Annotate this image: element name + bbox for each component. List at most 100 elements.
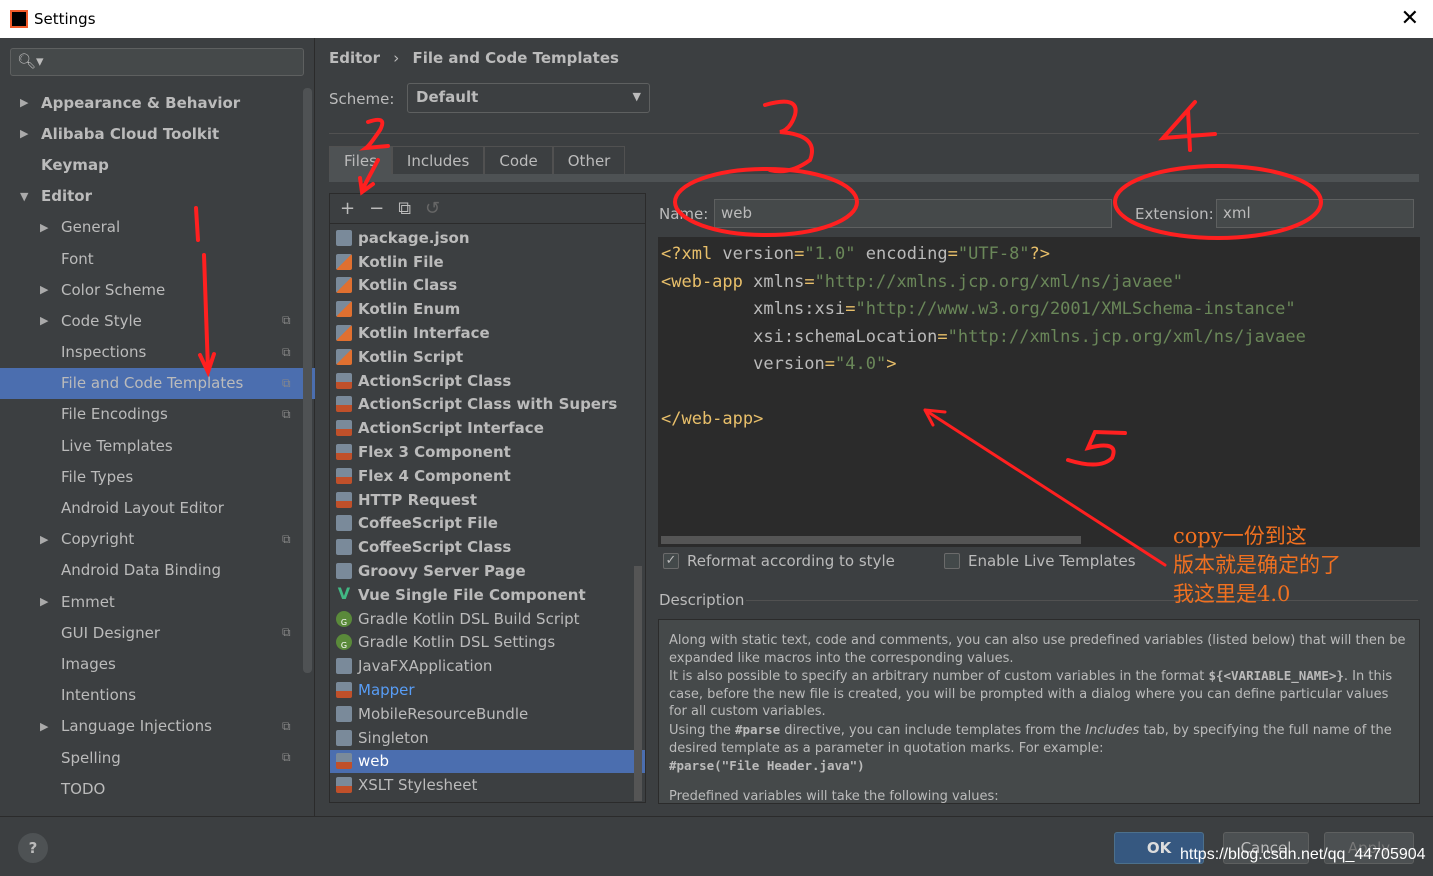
collapsed-arrow-icon[interactable]: ▶: [20, 96, 28, 109]
description-text: Predefined variables will take the follo…: [669, 788, 999, 804]
help-button[interactable]: ?: [18, 833, 48, 863]
list-scrollbar[interactable]: [634, 566, 642, 801]
sidebar-item[interactable]: File and Code Templates ⧉: [0, 367, 315, 399]
template-list-item[interactable]: web: [330, 749, 645, 774]
sidebar-item[interactable]: ▶ Color Scheme: [0, 274, 302, 305]
collapsed-arrow-icon[interactable]: ▶: [40, 533, 48, 546]
template-list-item[interactable]: Kotlin Enum: [330, 297, 645, 321]
collapsed-arrow-icon[interactable]: ▶: [40, 595, 48, 608]
reset-icon[interactable]: ↺: [425, 198, 440, 219]
template-tabs: Files Includes Code Other: [329, 146, 626, 175]
sidebar-item-label: Emmet: [61, 592, 115, 611]
template-list-item[interactable]: Kotlin File: [330, 250, 645, 274]
template-list-item[interactable]: ActionScript Class: [330, 369, 645, 393]
template-list-item[interactable]: Singleton: [330, 726, 645, 750]
template-name: XSLT Stylesheet: [358, 776, 478, 795]
sidebar-item[interactable]: TODO: [0, 773, 302, 804]
sidebar-item-label: File Types: [61, 467, 134, 486]
template-list-item[interactable]: ActionScript Class with Supers: [330, 393, 645, 417]
breadcrumb-parent[interactable]: Editor: [329, 49, 380, 67]
tab-other[interactable]: Other: [552, 146, 626, 175]
file-type-icon: [336, 705, 352, 722]
template-name: Gradle Kotlin DSL Build Script: [358, 609, 580, 628]
sidebar-scrollbar[interactable]: [303, 88, 312, 673]
description-text: It is also possible to specify an arbitr…: [669, 668, 1393, 720]
sidebar-item[interactable]: ▶ General: [0, 212, 302, 243]
sidebar-item[interactable]: ▶ Code Style ⧉: [0, 305, 302, 336]
template-list-item[interactable]: MobileResourceBundle: [330, 702, 645, 726]
sidebar-item[interactable]: ▶ Emmet: [0, 586, 302, 617]
collapsed-arrow-icon[interactable]: ▶: [20, 127, 28, 140]
reformat-checkbox[interactable]: ✓ Reformat according to style: [663, 552, 895, 570]
extension-label: Extension:: [1135, 205, 1214, 223]
sidebar-item[interactable]: ▶ Copyright ⧉: [0, 524, 302, 555]
template-list-item[interactable]: Kotlin Interface: [330, 321, 645, 345]
sidebar-item[interactable]: ▶ Appearance & Behavior: [0, 87, 302, 118]
template-list-item[interactable]: Flex 4 Component: [330, 464, 645, 488]
file-type-icon: [336, 348, 352, 365]
tab-files[interactable]: Files: [329, 146, 392, 175]
template-list-item[interactable]: V Vue Single File Component: [330, 583, 645, 607]
template-list-item[interactable]: G Gradle Kotlin DSL Settings: [330, 631, 645, 655]
sidebar-item[interactable]: Live Templates: [0, 430, 302, 461]
template-code-editor[interactable]: <?xml version="1.0" encoding="UTF-8"?> <w…: [658, 237, 1420, 547]
template-name: web: [358, 752, 390, 771]
sidebar-item[interactable]: ▼ Editor: [0, 181, 302, 212]
expanded-arrow-icon[interactable]: ▼: [20, 190, 28, 203]
copy-icon[interactable]: ⧉: [398, 198, 411, 219]
template-list-item[interactable]: Kotlin Class: [330, 274, 645, 298]
extension-input[interactable]: xml: [1216, 199, 1414, 228]
close-icon[interactable]: ✕: [1401, 6, 1419, 31]
collapsed-arrow-icon[interactable]: ▶: [40, 720, 48, 733]
live-templates-checkbox[interactable]: Enable Live Templates: [944, 552, 1136, 570]
window-title: Settings: [34, 10, 96, 28]
template-list-item[interactable]: package.json: [330, 226, 645, 250]
collapsed-arrow-icon[interactable]: ▶: [40, 221, 48, 234]
sidebar-item[interactable]: Spelling ⧉: [0, 742, 302, 773]
tab-includes[interactable]: Includes: [391, 146, 485, 175]
file-type-icon: [336, 539, 352, 556]
template-list-item[interactable]: Kotlin Script: [330, 345, 645, 369]
name-input[interactable]: web: [714, 199, 1112, 228]
template-list-item[interactable]: CoffeeScript Class: [330, 535, 645, 559]
sidebar-item[interactable]: Inspections ⧉: [0, 337, 302, 368]
template-list-item[interactable]: XSLT Stylesheet: [330, 773, 645, 797]
sidebar-item[interactable]: Android Layout Editor: [0, 492, 302, 523]
file-type-icon: [336, 277, 352, 294]
breadcrumb-current: File and Code Templates: [412, 49, 619, 67]
template-list-item[interactable]: Groovy Server Page: [330, 559, 645, 583]
sidebar-item[interactable]: ▶ Language Injections ⧉: [0, 711, 302, 742]
template-list-item[interactable]: JavaFXApplication: [330, 654, 645, 678]
sidebar-item[interactable]: Images: [0, 648, 302, 679]
sidebar-item[interactable]: Keymap: [0, 149, 302, 180]
sidebar-item-label: Appearance & Behavior: [41, 93, 241, 112]
sidebar-item[interactable]: Intentions: [0, 680, 302, 711]
sidebar-item[interactable]: GUI Designer ⧉: [0, 617, 302, 648]
remove-icon[interactable]: −: [369, 198, 384, 219]
template-name: JavaFXApplication: [358, 657, 493, 676]
sidebar-item[interactable]: File Types: [0, 461, 302, 492]
template-name: Kotlin File: [358, 252, 444, 271]
template-list-item[interactable]: Flex 3 Component: [330, 440, 645, 464]
tab-code[interactable]: Code: [484, 146, 553, 175]
template-list-item[interactable]: Mapper: [330, 678, 645, 702]
code-line: <?xml version="1.0" encoding="UTF-8"?>: [661, 244, 1051, 264]
file-type-icon: [336, 396, 352, 413]
template-list-item[interactable]: ActionScript Interface: [330, 416, 645, 440]
scheme-select[interactable]: Default ▼: [407, 83, 650, 113]
template-list-item[interactable]: CoffeeScript File: [330, 512, 645, 536]
collapsed-arrow-icon[interactable]: ▶: [40, 314, 48, 327]
sidebar-item[interactable]: Font: [0, 243, 302, 274]
template-list-item[interactable]: G Gradle Kotlin DSL Build Script: [330, 607, 645, 631]
project-settings-icon: ⧉: [282, 625, 291, 640]
sidebar-item[interactable]: File Encodings ⧉: [0, 399, 302, 430]
add-icon[interactable]: +: [340, 198, 355, 219]
file-type-icon: [336, 372, 352, 389]
template-list-item[interactable]: HTTP Request: [330, 488, 645, 512]
collapsed-arrow-icon[interactable]: ▶: [40, 283, 48, 296]
sidebar-item[interactable]: Android Data Binding: [0, 555, 302, 586]
editor-horizontal-scrollbar[interactable]: [661, 536, 1081, 544]
settings-search-input[interactable]: 🔍︎▾: [10, 48, 304, 76]
settings-sidebar: 🔍︎▾ ▶ Appearance & Behavior ▶ Alibaba Cloud…: [0, 38, 315, 816]
sidebar-item[interactable]: ▶ Alibaba Cloud Toolkit: [0, 118, 302, 149]
